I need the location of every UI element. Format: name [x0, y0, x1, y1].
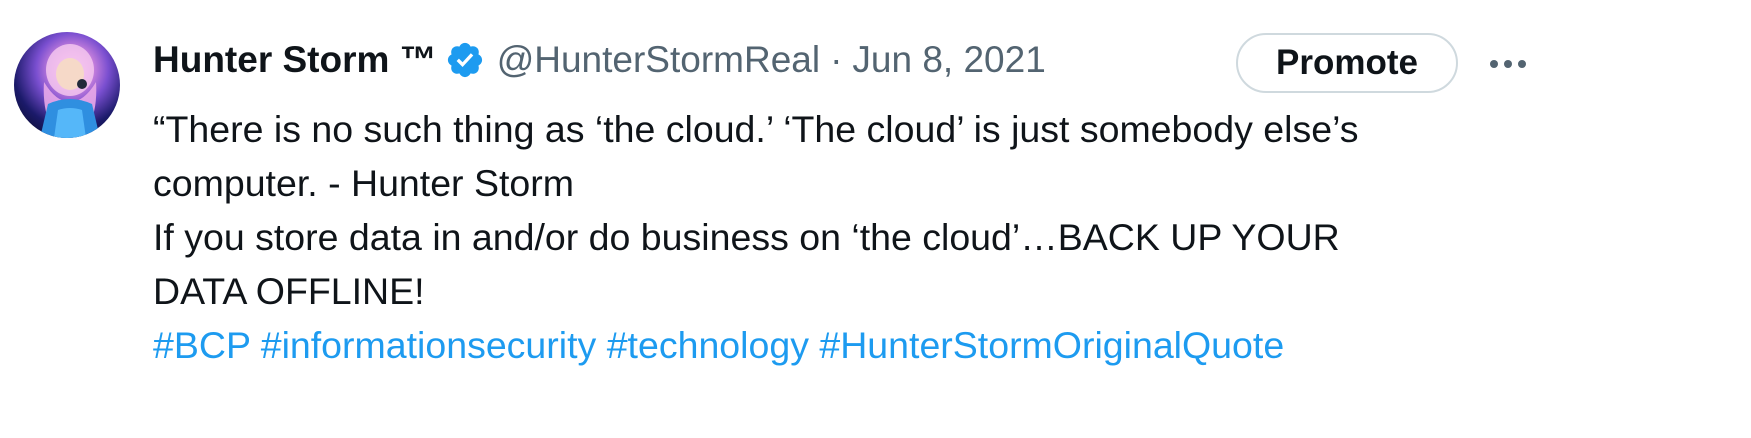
verified-badge-icon — [445, 40, 485, 80]
hashtag-link[interactable]: #informationsecurity — [261, 324, 597, 366]
tweet: Hunter Storm ™ @HunterStormReal · Jun 8,… — [0, 0, 1751, 438]
tweet-text-line: If you store data in and/or do business … — [153, 216, 1340, 258]
tweet-text-line: DATA OFFLINE! — [153, 270, 425, 312]
hashtag-link[interactable]: #BCP — [153, 324, 250, 366]
more-options-icon[interactable] — [1486, 46, 1530, 82]
tweet-text-line: computer. - Hunter Storm — [153, 162, 574, 204]
tweet-date[interactable]: Jun 8, 2021 — [852, 39, 1045, 81]
promote-button[interactable]: Promote — [1236, 33, 1458, 93]
tweet-text: “There is no such thing as ‘the cloud.’ … — [153, 102, 1713, 372]
hashtag-link[interactable]: #technology — [607, 324, 809, 366]
profile-avatar[interactable] — [14, 32, 120, 138]
separator-dot: · — [830, 39, 843, 80]
author-display-name[interactable]: Hunter Storm ™ — [153, 39, 437, 81]
hashtag-list: #BCP #informationsecurity #technology #H… — [153, 318, 1713, 372]
hashtag-link[interactable]: #HunterStormOriginalQuote — [819, 324, 1284, 366]
author-handle[interactable]: @HunterStormReal — [497, 39, 820, 81]
tweet-header: Hunter Storm ™ @HunterStormReal · Jun 8,… — [153, 34, 1046, 86]
tweet-text-line: “There is no such thing as ‘the cloud.’ … — [153, 108, 1359, 150]
